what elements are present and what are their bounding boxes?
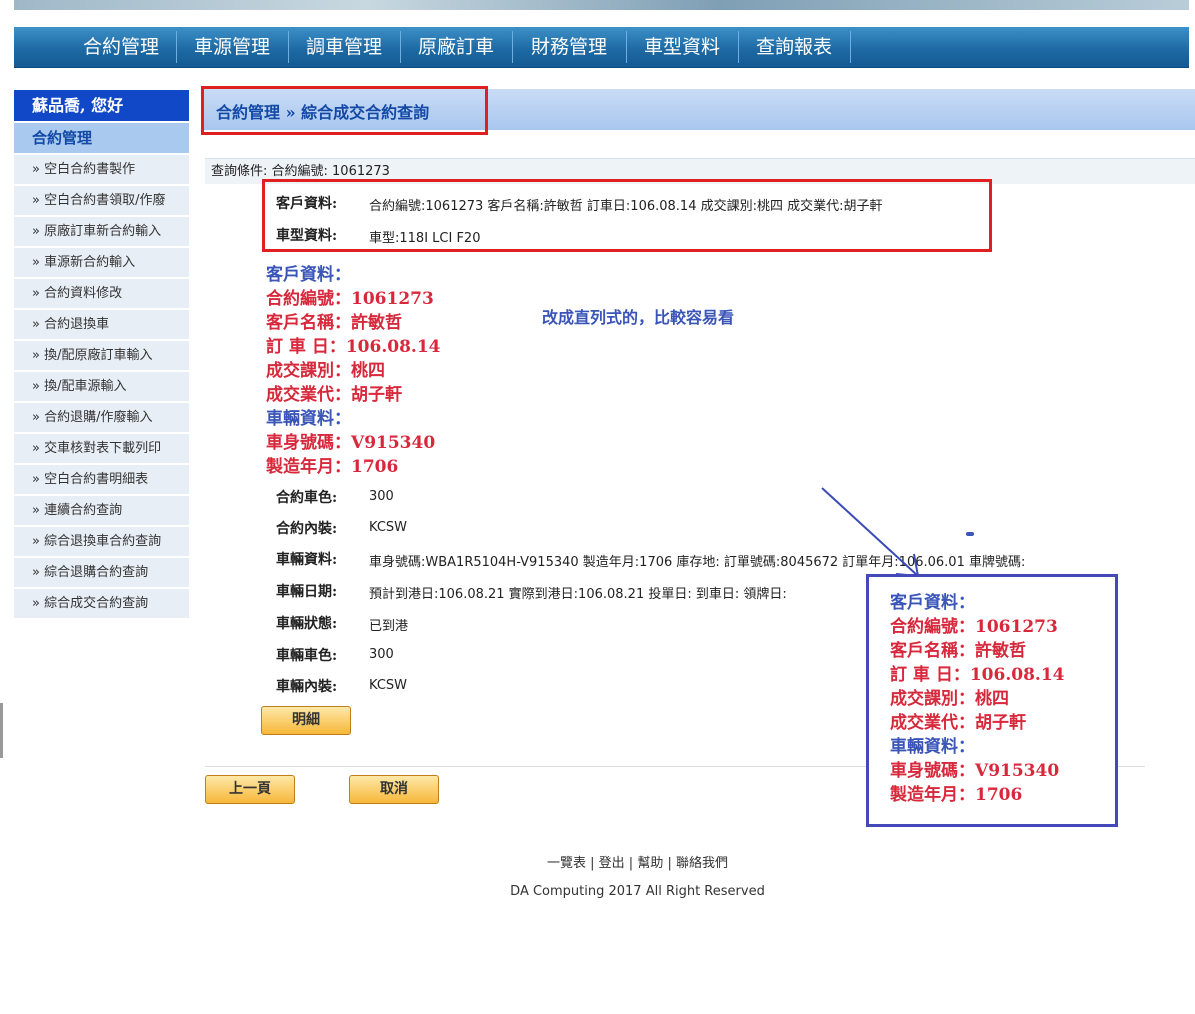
scroll-marker [0,703,3,758]
vehicle-date-value: 預計到港日:106.08.21 實際到港日:106.08.21 投單日: 到車日… [369,587,787,602]
sidebar-item[interactable]: » 空白合約書領取/作廢 [14,186,189,215]
annotation-box-line: 客戶名稱：許敏哲 [890,641,1026,661]
nav-factory-order[interactable]: 原廠訂車 [401,27,511,67]
annotation-line: 客戶資料： [266,265,351,285]
sidebar-item[interactable]: » 換/配車源輸入 [14,372,189,401]
sidebar-item[interactable]: » 連續合約查詢 [14,496,189,525]
contract-interior-label: 合約內裝: [276,521,338,537]
nav-transfer[interactable]: 調車管理 [289,27,399,67]
annotation-box-line: 合約編號：1061273 [890,617,1058,637]
annotation-box-line: 客戶資料： [890,593,975,613]
vehicle-status-value: 已到港 [369,619,409,634]
vehicle-info-label: 車輛資料: [276,552,338,568]
annotation-line: 成交課別：桃四 [266,361,385,381]
sidebar-item[interactable]: » 綜合成交合約查詢 [14,589,189,618]
sidebar-item[interactable]: » 合約資料修改 [14,279,189,308]
footer-copyright: DA Computing 2017 All Right Reserved [510,884,765,899]
sidebar-item[interactable]: » 空白合約書明細表 [14,465,189,494]
annotation-box-line: 車輛資料： [890,737,975,757]
sidebar-item[interactable]: » 綜合退購合約查詢 [14,558,189,587]
annotation-arrow-icon [821,487,920,578]
sidebar-item[interactable]: » 交車核對表下載列印 [14,434,189,463]
annotation-note: 改成直列式的，比較容易看 [542,308,735,327]
sidebar-section-title: 合約管理 [14,123,189,153]
annotation-dot [966,532,974,536]
annotation-box-line: 製造年月：1706 [890,785,1023,805]
annotation-line: 合約編號：1061273 [266,289,434,309]
annotation-box-line: 成交業代：胡子軒 [890,713,1026,733]
annotation-line: 車身號碼：V915340 [266,433,436,453]
vehicle-interior-label: 車輛內裝: [276,679,338,695]
nav-finance[interactable]: 財務管理 [513,27,625,67]
sidebar-item[interactable]: » 綜合退換車合約查詢 [14,527,189,556]
vehicle-date-label: 車輛日期: [276,584,338,600]
annotation-line: 訂 車 日：106.08.14 [266,337,441,357]
header-banner [14,0,1189,10]
sidebar-item[interactable]: » 合約退購/作廢輸入 [14,403,189,432]
footer-links[interactable]: 一覽表 | 登出 | 幫助 | 聯絡我們 [0,852,1195,871]
detail-button[interactable]: 明細 [261,706,351,735]
vehicle-color-value: 300 [369,647,394,662]
nav-contract[interactable]: 合約管理 [66,27,176,67]
vehicle-status-label: 車輛狀態: [276,616,338,632]
nav-car-model[interactable]: 車型資料 [627,27,737,67]
annotation-box-line: 成交課別：桃四 [890,689,1009,709]
nav-vehicle-source[interactable]: 車源管理 [177,27,287,67]
sidebar-menu: » 空白合約書製作 » 空白合約書領取/作廢 » 原廠訂車新合約輸入 » 車源新… [14,155,189,620]
sidebar-item[interactable]: » 車源新合約輸入 [14,248,189,277]
contract-color-label: 合約車色: [276,490,338,506]
sidebar-item[interactable]: » 換/配原廠訂車輸入 [14,341,189,370]
vehicle-color-label: 車輛車色: [276,648,338,664]
contract-interior-value: KCSW [369,520,407,535]
annotation-box-line: 車身號碼：V915340 [890,761,1060,781]
user-greeting: 蘇品喬, 您好 [14,90,189,121]
sidebar-item[interactable]: » 原廠訂車新合約輸入 [14,217,189,246]
sidebar-item[interactable]: » 空白合約書製作 [14,155,189,184]
nav-reports[interactable]: 查詢報表 [739,27,849,67]
main-nav: 合約管理 車源管理 調車管理 原廠訂車 財務管理 車型資料 查詢報表 [14,27,1189,68]
prev-page-button[interactable]: 上一頁 [205,775,295,804]
annotation-line: 製造年月：1706 [266,457,399,477]
highlight-box-summary [262,179,992,252]
cancel-button[interactable]: 取消 [349,775,439,804]
annotation-line: 車輛資料： [266,409,351,429]
sidebar-item[interactable]: » 合約退換車 [14,310,189,339]
contract-color-value: 300 [369,489,394,504]
annotation-line: 客戶名稱：許敏哲 [266,313,402,333]
highlight-box-breadcrumb [201,86,488,135]
annotation-line: 成交業代：胡子軒 [266,385,402,405]
vehicle-interior-value: KCSW [369,678,407,693]
annotation-box-line: 訂 車 日：106.08.14 [890,665,1065,685]
